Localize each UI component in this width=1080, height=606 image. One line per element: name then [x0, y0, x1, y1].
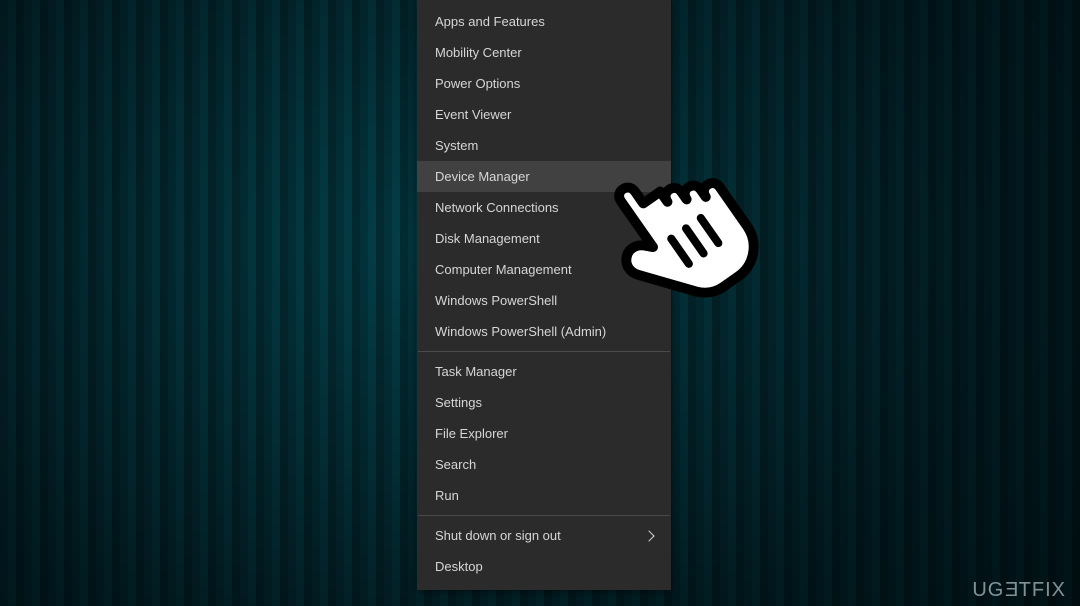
menu-item-computer-management[interactable]: Computer Management [417, 254, 671, 285]
menu-item-search[interactable]: Search [417, 449, 671, 480]
watermark-logo: UGETFIX [972, 579, 1066, 602]
menu-item-label: Desktop [435, 559, 483, 574]
menu-item-task-manager[interactable]: Task Manager [417, 356, 671, 387]
menu-item-label: Shut down or sign out [435, 528, 561, 543]
menu-item-settings[interactable]: Settings [417, 387, 671, 418]
menu-item-label: Settings [435, 395, 482, 410]
menu-item-windows-powershell-admin[interactable]: Windows PowerShell (Admin) [417, 316, 671, 347]
chevron-right-icon [643, 530, 654, 541]
menu-item-label: Power Options [435, 76, 520, 91]
menu-item-label: Mobility Center [435, 45, 522, 60]
watermark-text-post: TFIX [1019, 579, 1066, 601]
watermark-text-pre: UG [972, 579, 1004, 601]
menu-item-label: Windows PowerShell [435, 293, 557, 308]
winx-context-menu: Apps and Features Mobility Center Power Op… [417, 0, 671, 590]
menu-item-label: Computer Management [435, 262, 572, 277]
menu-item-label: Disk Management [435, 231, 540, 246]
watermark-text-e: E [1004, 579, 1018, 602]
menu-item-power-options[interactable]: Power Options [417, 68, 671, 99]
menu-item-label: Windows PowerShell (Admin) [435, 324, 606, 339]
menu-item-network-connections[interactable]: Network Connections [417, 192, 671, 223]
menu-item-label: System [435, 138, 478, 153]
menu-item-system[interactable]: System [417, 130, 671, 161]
menu-item-run[interactable]: Run [417, 480, 671, 511]
menu-item-event-viewer[interactable]: Event Viewer [417, 99, 671, 130]
menu-separator [418, 351, 670, 352]
menu-item-disk-management[interactable]: Disk Management [417, 223, 671, 254]
menu-item-windows-powershell[interactable]: Windows PowerShell [417, 285, 671, 316]
menu-item-label: Apps and Features [435, 14, 545, 29]
menu-item-label: File Explorer [435, 426, 508, 441]
menu-separator [418, 515, 670, 516]
menu-item-label: Search [435, 457, 476, 472]
menu-item-label: Network Connections [435, 200, 559, 215]
menu-item-mobility-center[interactable]: Mobility Center [417, 37, 671, 68]
menu-item-desktop[interactable]: Desktop [417, 551, 671, 582]
menu-item-file-explorer[interactable]: File Explorer [417, 418, 671, 449]
menu-item-device-manager[interactable]: Device Manager [417, 161, 671, 192]
menu-item-shut-down-or-sign-out[interactable]: Shut down or sign out [417, 520, 671, 551]
menu-item-label: Task Manager [435, 364, 517, 379]
menu-item-apps-and-features[interactable]: Apps and Features [417, 6, 671, 37]
menu-item-label: Run [435, 488, 459, 503]
menu-item-label: Event Viewer [435, 107, 511, 122]
menu-item-label: Device Manager [435, 169, 530, 184]
